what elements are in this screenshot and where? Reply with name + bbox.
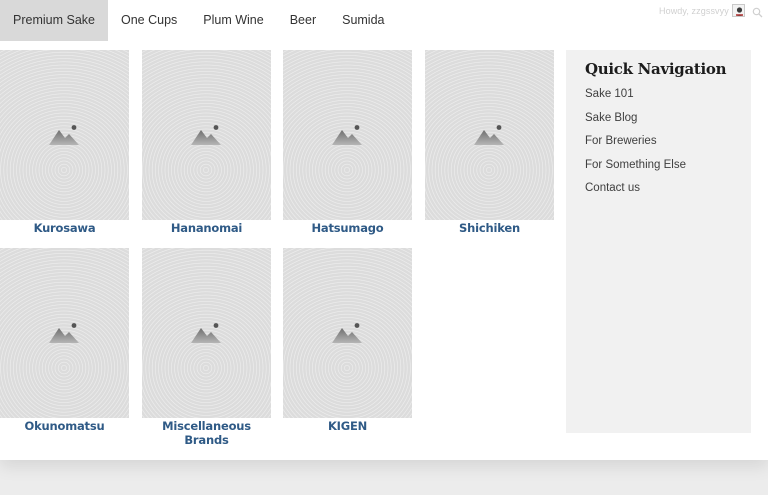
brand-image-placeholder[interactable] xyxy=(142,248,271,418)
page: Premium Sake One Cups Plum Wine Beer Sum… xyxy=(0,0,768,460)
sidebar-link-sake-101[interactable]: Sake 101 xyxy=(585,86,751,110)
brand-card[interactable]: Shichiken xyxy=(425,50,554,235)
image-placeholder-icon xyxy=(332,125,362,145)
image-placeholder-icon xyxy=(191,323,221,343)
brand-image-placeholder[interactable] xyxy=(283,248,412,418)
image-placeholder-icon xyxy=(49,125,79,145)
sidebar-link-contact-us[interactable]: Contact us xyxy=(585,180,751,204)
image-placeholder-icon xyxy=(474,125,504,145)
nav-item-plum-wine[interactable]: Plum Wine xyxy=(190,0,276,41)
brand-image-placeholder[interactable] xyxy=(0,248,129,418)
nav-item-one-cups[interactable]: One Cups xyxy=(108,0,190,41)
brand-link-okunomatsu[interactable]: Okunomatsu xyxy=(0,419,129,433)
brand-image-placeholder[interactable] xyxy=(425,50,554,220)
quick-navigation-sidebar: Quick Navigation Sake 101 Sake Blog For … xyxy=(566,50,751,433)
sidebar-title: Quick Navigation xyxy=(585,60,727,78)
brand-link-miscellaneous-brands[interactable]: Miscellaneous Brands xyxy=(142,419,271,447)
sidebar-link-for-breweries[interactable]: For Breweries xyxy=(585,133,751,157)
avatar[interactable] xyxy=(732,4,745,17)
nav-item-beer[interactable]: Beer xyxy=(277,0,329,41)
sidebar-link-sake-blog[interactable]: Sake Blog xyxy=(585,110,751,134)
brand-image-placeholder[interactable] xyxy=(0,50,129,220)
sidebar-link-for-something-else[interactable]: For Something Else xyxy=(585,157,751,181)
brand-link-shichiken[interactable]: Shichiken xyxy=(425,221,554,235)
brand-link-hananomai[interactable]: Hananomai xyxy=(142,221,271,235)
image-placeholder-icon xyxy=(49,323,79,343)
search-icon[interactable] xyxy=(752,5,763,23)
brand-image-placeholder[interactable] xyxy=(283,50,412,220)
brand-link-kigen[interactable]: KIGEN xyxy=(283,419,412,433)
brand-card[interactable]: Miscellaneous Brands xyxy=(142,248,271,447)
brand-card[interactable]: Kurosawa xyxy=(0,50,129,235)
user-greeting[interactable]: Howdy, zzgssvyy xyxy=(659,6,729,16)
brand-link-kurosawa[interactable]: Kurosawa xyxy=(0,221,129,235)
image-placeholder-icon xyxy=(332,323,362,343)
brand-image-placeholder[interactable] xyxy=(142,50,271,220)
nav-item-sumida[interactable]: Sumida xyxy=(329,0,397,41)
brand-link-hatsumago[interactable]: Hatsumago xyxy=(283,221,412,235)
brand-card[interactable]: Hananomai xyxy=(142,50,271,235)
top-nav: Premium Sake One Cups Plum Wine Beer Sum… xyxy=(0,0,398,41)
image-placeholder-icon xyxy=(191,125,221,145)
brand-card[interactable]: Hatsumago xyxy=(283,50,412,235)
brand-card[interactable]: KIGEN xyxy=(283,248,412,433)
brand-card[interactable]: Okunomatsu xyxy=(0,248,129,433)
nav-item-premium-sake[interactable]: Premium Sake xyxy=(0,0,108,41)
